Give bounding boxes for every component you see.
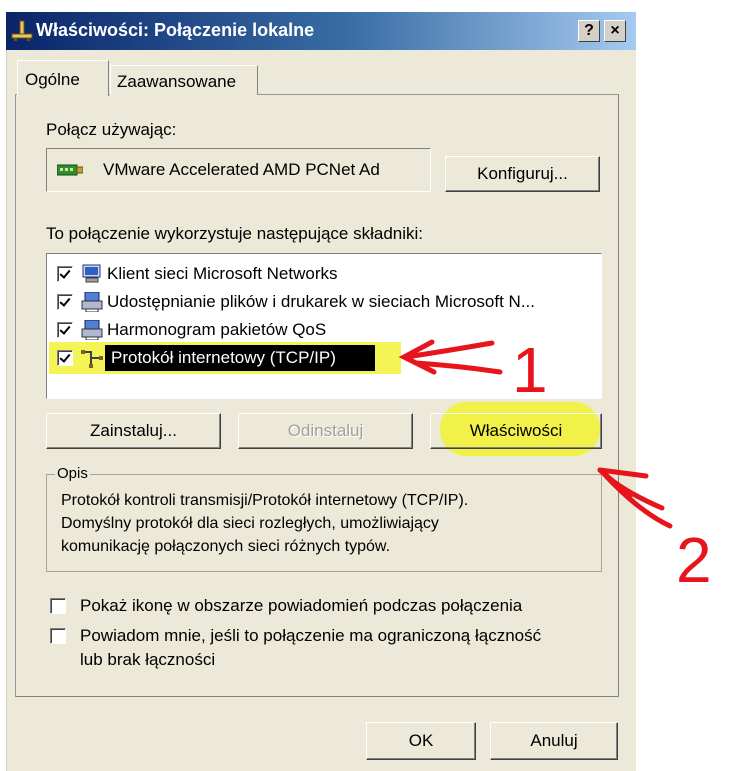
show-icon-checkbox[interactable] <box>50 598 66 614</box>
component-label: Protokół internetowy (TCP/IP) <box>111 348 336 367</box>
tab-advanced-label: Zaawansowane <box>117 72 237 91</box>
component-checkbox[interactable] <box>57 350 73 366</box>
properties-button[interactable]: Właściwości <box>430 413 602 449</box>
list-item[interactable]: Udostępnianie plików i drukarek w siecia… <box>57 292 597 314</box>
description-line: Protokół kontroli transmisji/Protokół in… <box>61 492 469 509</box>
network-connection-icon <box>11 20 33 41</box>
install-button[interactable]: Zainstaluj... <box>46 413 221 449</box>
tab-advanced[interactable]: Zaawansowane <box>110 65 258 95</box>
description-group: Opis Protokół kontroli transmisji/Protok… <box>46 465 602 572</box>
tab-general-label: Ogólne <box>25 70 80 89</box>
adapter-field: VMware Accelerated AMD PCNet Ad <box>46 148 431 192</box>
components-label: To połączenie wykorzystuje następujące s… <box>46 224 424 243</box>
component-label: Udostępnianie plików i drukarek w siecia… <box>107 292 536 311</box>
qos-scheduler-icon <box>81 320 103 340</box>
tab-general[interactable]: Ogólne <box>17 60 109 96</box>
description-line: Domyślny protokół dla sieci rozległych, … <box>61 515 439 532</box>
title-bar[interactable]: Właściwości: Połączenie lokalne ? × <box>6 12 636 50</box>
component-label: Harmonogram pakietów QoS <box>107 320 327 339</box>
network-protocol-icon <box>81 350 103 368</box>
close-button[interactable]: × <box>604 20 626 42</box>
list-item[interactable]: Harmonogram pakietów QoS <box>57 320 597 342</box>
component-label: Klient sieci Microsoft Networks <box>107 264 338 283</box>
file-printer-sharing-icon <box>81 292 103 312</box>
window-title: Właściwości: Połączenie lokalne <box>36 20 315 40</box>
components-list[interactable]: Klient sieci Microsoft Networks Udostępn… <box>46 253 602 399</box>
ok-button[interactable]: OK <box>366 722 476 760</box>
notify-label-line2: lub brak łączności <box>80 650 216 669</box>
list-item-selected[interactable]: Protokół internetowy (TCP/IP) <box>49 342 597 374</box>
configure-button[interactable]: Konfiguruj... <box>445 156 600 192</box>
description-legend: Opis <box>55 465 90 482</box>
component-checkbox[interactable] <box>57 294 73 310</box>
annotation-label-2: 2 <box>676 524 712 596</box>
help-button[interactable]: ? <box>578 20 600 42</box>
component-checkbox[interactable] <box>57 266 73 282</box>
uninstall-button[interactable]: Odinstaluj <box>238 413 413 449</box>
list-item[interactable]: Klient sieci Microsoft Networks <box>57 264 597 286</box>
notify-checkbox[interactable] <box>50 628 66 644</box>
notify-label-line1: Powiadom mnie, jeśli to połączenie ma og… <box>80 626 542 645</box>
adapter-name: VMware Accelerated AMD PCNet Ad <box>103 160 380 179</box>
component-checkbox[interactable] <box>57 322 73 338</box>
network-adapter-icon <box>57 164 83 176</box>
description-line: komunikację połączonych sieci różnych ty… <box>61 538 391 555</box>
cancel-button[interactable]: Anuluj <box>490 722 618 760</box>
connect-using-label: Połącz używając: <box>46 120 177 139</box>
network-client-icon <box>82 264 101 283</box>
show-icon-label: Pokaż ikonę w obszarze powiadomień podcz… <box>80 596 523 615</box>
